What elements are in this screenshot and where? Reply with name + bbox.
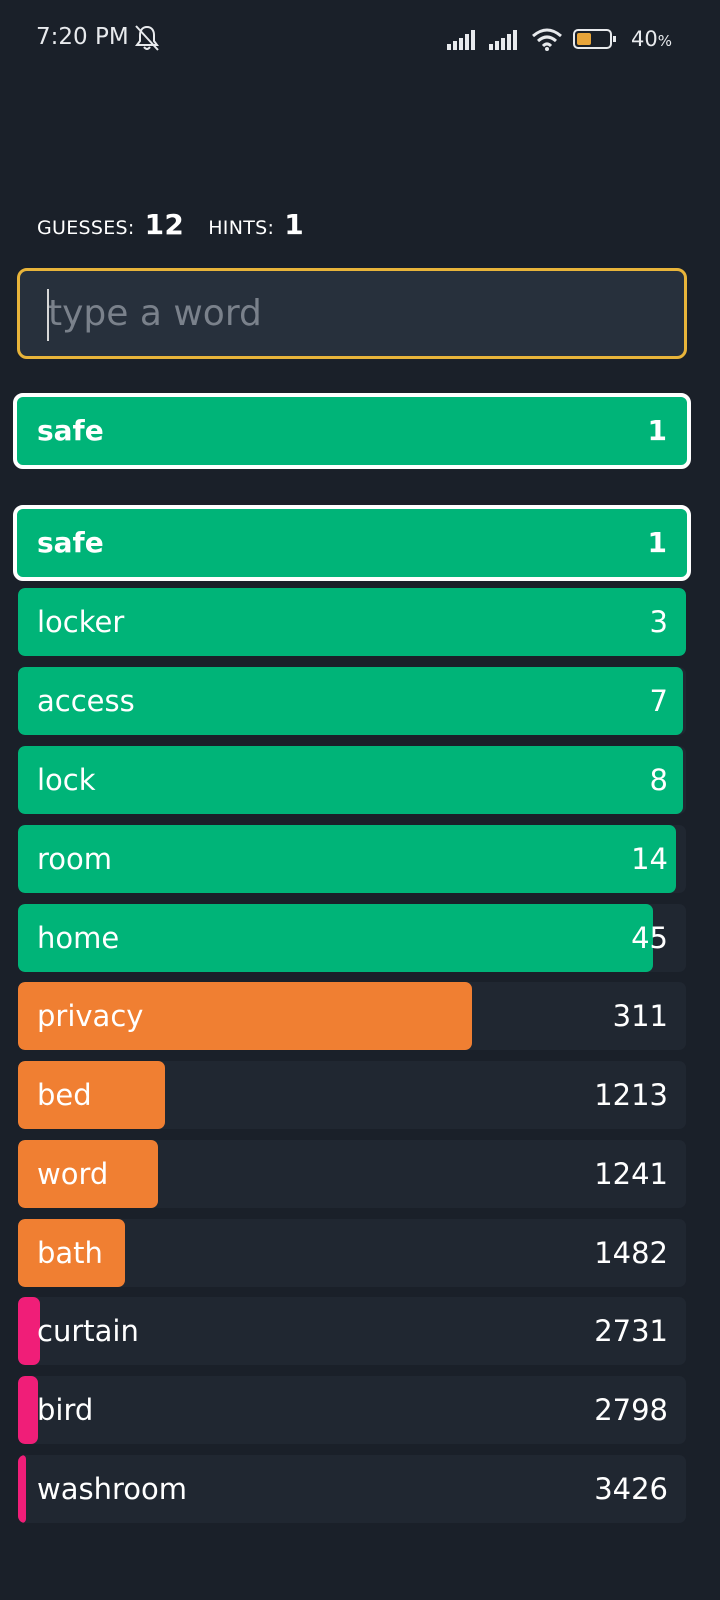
guesses-count: 12 [144, 208, 185, 241]
last-guess-row: safe 1 [13, 393, 691, 469]
hints-count: 1 [284, 208, 304, 241]
guess-row: bath 1482 [18, 1219, 686, 1287]
guess-rank: 1213 [594, 1078, 668, 1112]
last-guess-word: safe [37, 414, 104, 447]
guess-row: word 1241 [18, 1140, 686, 1208]
guess-word: locker [37, 605, 125, 639]
guess-rank: 8 [649, 763, 668, 797]
guess-word: access [37, 684, 135, 718]
guess-rank: 311 [612, 999, 668, 1033]
guess-word: word [37, 1157, 109, 1191]
bell-off-icon [135, 25, 159, 51]
word-input-box[interactable] [17, 268, 687, 359]
signal-icon [489, 30, 517, 50]
guess-word: bath [37, 1236, 103, 1270]
guess-word: safe [37, 526, 104, 559]
guess-row: curtain 2731 [18, 1297, 686, 1365]
guess-rank: 2731 [594, 1314, 668, 1348]
word-input[interactable] [20, 271, 684, 356]
guess-row: locker 3 [18, 588, 686, 656]
guess-rank: 3 [649, 605, 668, 639]
guess-rank: 45 [631, 921, 668, 955]
status-icons: 40% [447, 24, 672, 54]
guess-row: privacy 311 [18, 982, 686, 1050]
similarity-bar [18, 1376, 39, 1444]
guess-rank: 3426 [594, 1472, 668, 1506]
text-caret [47, 289, 49, 341]
guess-rank: 1 [647, 526, 667, 559]
guess-row: washroom 3426 [18, 1455, 686, 1523]
similarity-bar [18, 825, 676, 893]
guess-row: bird 2798 [18, 1376, 686, 1444]
battery-percent: 40% [631, 27, 672, 51]
signal-icon [447, 30, 475, 50]
hints-label: HINTS: [208, 217, 275, 239]
wifi-icon [532, 28, 562, 51]
guess-row: room 14 [18, 825, 686, 893]
guess-rank: 7 [649, 684, 668, 718]
guess-row: safe 1 [13, 505, 691, 581]
guess-row: lock 8 [18, 746, 686, 814]
guess-word: home [37, 921, 120, 955]
similarity-bar [18, 1455, 27, 1523]
guess-rank: 1482 [594, 1236, 668, 1270]
game-counters: GUESSES: 12 HINTS: 1 [37, 208, 318, 248]
guess-word: bed [37, 1078, 92, 1112]
guess-word: room [37, 842, 113, 876]
guess-word: bird [37, 1393, 94, 1427]
guess-row: bed 1213 [18, 1061, 686, 1129]
guess-row: home 45 [18, 904, 686, 972]
last-guess-rank: 1 [647, 414, 667, 447]
guess-word: lock [37, 763, 96, 797]
status-time: 7:20 PM [36, 24, 129, 50]
status-bar: 7:20 PM 40% [0, 0, 720, 80]
guess-word: curtain [37, 1314, 139, 1348]
battery-icon [573, 29, 616, 49]
guess-rank: 14 [631, 842, 668, 876]
guess-rank: 2798 [594, 1393, 668, 1427]
guess-rank: 1241 [594, 1157, 668, 1191]
guess-row: access 7 [18, 667, 686, 735]
guess-word: washroom [37, 1472, 187, 1506]
guesses-label: GUESSES: [37, 217, 135, 239]
similarity-bar [18, 746, 683, 814]
guess-word: privacy [37, 999, 144, 1033]
